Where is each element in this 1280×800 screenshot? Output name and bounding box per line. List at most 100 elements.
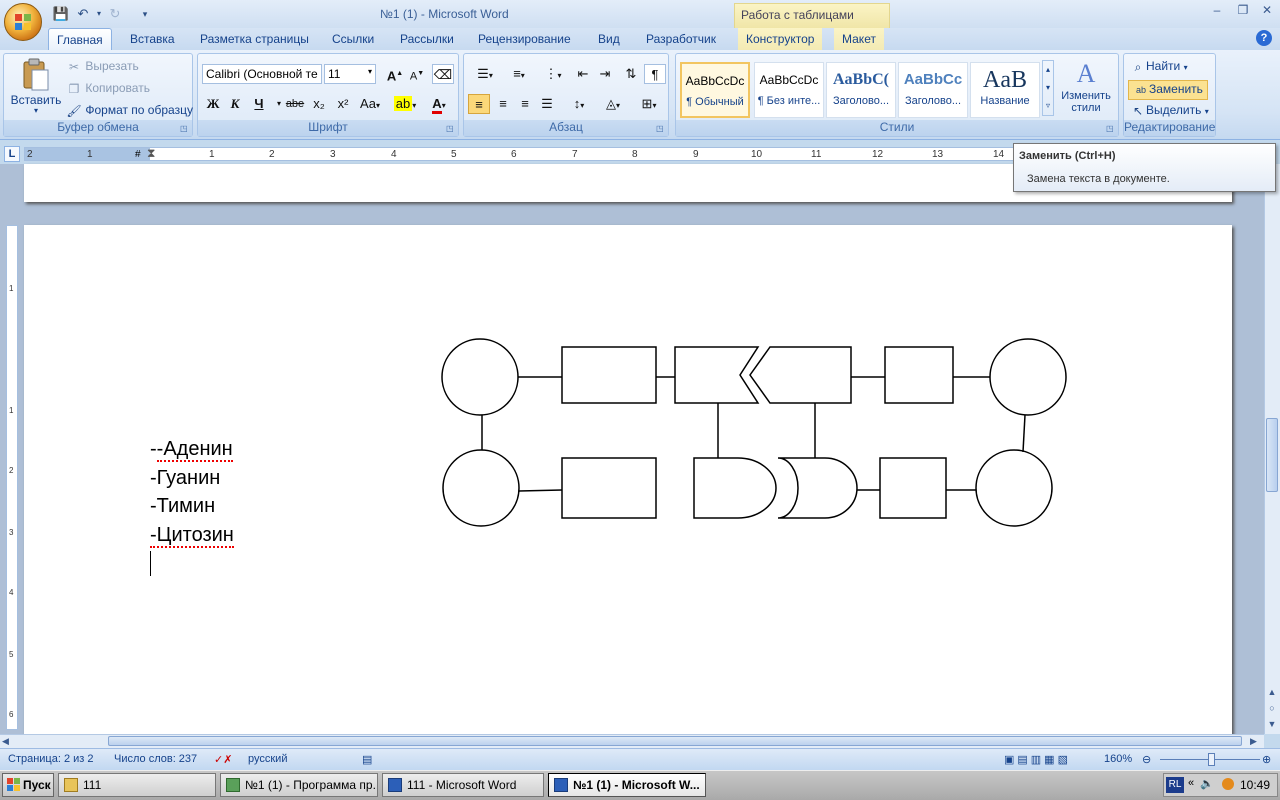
change-styles-button[interactable]: A Изменить стили [1058, 58, 1114, 114]
format-painter-button[interactable]: 🖌 Формат по образцу [66, 103, 193, 119]
document-line[interactable]: -Тимин [150, 494, 215, 518]
speaker-icon[interactable]: 🔈 [1200, 777, 1214, 790]
sort-icon[interactable]: ⇅ [620, 64, 642, 84]
font-color-button[interactable]: A▾ [424, 94, 454, 114]
tab-design[interactable]: Конструктор [738, 28, 823, 50]
underline-button[interactable]: Ч [248, 94, 270, 114]
align-right-icon[interactable]: ≡ [514, 94, 536, 114]
select-browse-object-icon[interactable]: ○ [1266, 702, 1278, 714]
taskbar-item-folder[interactable]: 111 [58, 773, 216, 797]
bold-button[interactable]: Ж [202, 94, 224, 114]
clock[interactable]: 10:49 [1240, 778, 1270, 792]
style-heading-1[interactable]: AaBbC(Заголово... [826, 62, 896, 118]
style-no-spacing[interactable]: AaBbCcDc ¶ Без инте... [754, 62, 824, 118]
zoom-in-icon[interactable]: ⊕ [1262, 753, 1271, 766]
style-heading-2[interactable]: AaBbCc Заголово... [898, 62, 968, 118]
page-count[interactable]: Страница: 2 из 2 [8, 753, 94, 765]
styles-scroll-icon[interactable]: ▴ ▾ ▿ [1042, 60, 1054, 116]
align-center-icon[interactable]: ≡ [492, 94, 514, 114]
paragraph-launcher-icon[interactable]: ◳ [656, 124, 666, 134]
customize-qat-icon[interactable]: ▾ [136, 5, 154, 23]
language-indicator[interactable]: русский [248, 753, 287, 765]
style-title[interactable]: AaB Название [970, 62, 1040, 118]
numbering-icon[interactable]: ≡▾ [504, 64, 534, 84]
copy-button[interactable]: ❐ Копировать [66, 81, 150, 97]
shrink-font-button[interactable]: A▼ [406, 64, 428, 84]
tab-insert[interactable]: Вставка [122, 28, 183, 50]
tab-selector-icon[interactable]: L [4, 146, 20, 162]
tab-layout[interactable]: Макет [834, 28, 884, 50]
horizontal-scroll-thumb[interactable] [108, 736, 1242, 746]
find-button[interactable]: ⌕ Найти ▾ [1130, 59, 1188, 75]
clipboard-launcher-icon[interactable]: ◳ [180, 124, 190, 134]
paste-dropdown-icon[interactable]: ▾ [10, 107, 62, 115]
font-size-dropdown-icon[interactable]: ▾ [368, 67, 372, 76]
document-line[interactable]: -Гуанин [150, 466, 220, 490]
font-name-combo[interactable]: Calibri (Основной те [202, 64, 322, 84]
subscript-button[interactable]: x₂ [308, 94, 330, 114]
increase-indent-icon[interactable]: ⇥ [594, 64, 616, 84]
show-formatting-icon[interactable]: ¶ [644, 64, 666, 84]
shading-icon[interactable]: ◬▾ [598, 94, 628, 114]
tab-page-layout[interactable]: Разметка страницы [192, 28, 317, 50]
scroll-left-icon[interactable]: ◀ [2, 736, 9, 747]
strikethrough-button[interactable]: abe [284, 94, 306, 114]
cut-button[interactable]: ✂ Вырезать [66, 59, 139, 75]
nucleotide-diagram[interactable] [430, 330, 1080, 535]
paste-button[interactable]: Вставить ▾ [10, 58, 62, 115]
justify-icon[interactable]: ☰ [536, 94, 558, 114]
indent-marker-icon[interactable]: ⧗ [147, 147, 155, 159]
scroll-down-icon[interactable]: ▼ [1266, 718, 1278, 730]
start-button[interactable]: Пуск [2, 773, 54, 797]
view-buttons-icon[interactable]: ▣▤▥▦▧ [1004, 753, 1071, 766]
style-normal[interactable]: AaBbCcDc ¶ Обычный [680, 62, 750, 118]
change-case-button[interactable]: Aa▾ [356, 94, 384, 114]
word-count[interactable]: Число слов: 237 [114, 753, 197, 765]
tab-mailings[interactable]: Рассылки [392, 28, 462, 50]
align-left-icon[interactable]: ≡ [468, 94, 490, 114]
language-indicator-tray[interactable]: RL [1166, 777, 1184, 793]
redo-icon[interactable]: ↻ [106, 5, 124, 23]
help-icon[interactable]: ? [1256, 30, 1272, 46]
zoom-slider-thumb[interactable] [1208, 753, 1215, 766]
styles-launcher-icon[interactable]: ◳ [1106, 124, 1116, 134]
decrease-indent-icon[interactable]: ⇤ [572, 64, 594, 84]
taskbar-item-word-111[interactable]: 111 - Microsoft Word [382, 773, 544, 797]
line-spacing-icon[interactable]: ↕▾ [564, 94, 594, 114]
highlight-button[interactable]: ab ▾ [390, 94, 420, 114]
font-launcher-icon[interactable]: ◳ [446, 124, 456, 134]
font-size-combo[interactable]: 11 ▾ [324, 64, 376, 84]
taskbar-item-word-active[interactable]: №1 (1) - Microsoft W... [548, 773, 706, 797]
tab-view[interactable]: Вид [590, 28, 628, 50]
maximize-icon[interactable]: ❐ [1232, 3, 1254, 17]
clear-formatting-icon[interactable]: ⌫ [432, 64, 454, 84]
vertical-ruler[interactable]: 1 1 2 3 4 5 6 [6, 225, 18, 730]
close-icon[interactable]: ✕ [1256, 3, 1278, 17]
document-line[interactable]: -Цитозин [150, 523, 234, 548]
multilevel-list-icon[interactable]: ⋮▾ [538, 64, 568, 84]
tab-developer[interactable]: Разработчик [638, 28, 724, 50]
vertical-scroll-thumb[interactable] [1266, 418, 1278, 492]
superscript-button[interactable]: x² [332, 94, 354, 114]
scroll-up-icon[interactable]: ▲ [1266, 686, 1278, 698]
taskbar-item-program[interactable]: №1 (1) - Программа пр... [220, 773, 378, 797]
scroll-right-icon[interactable]: ▶ [1250, 736, 1257, 747]
tray-expand-icon[interactable]: « [1188, 777, 1194, 789]
borders-icon[interactable]: ⊞▾ [634, 94, 664, 114]
zoom-level[interactable]: 160% [1104, 753, 1132, 765]
grow-font-button[interactable]: A▲ [384, 64, 406, 84]
antivirus-icon[interactable] [1222, 778, 1234, 790]
office-button[interactable] [4, 3, 42, 41]
zoom-out-icon[interactable]: ⊖ [1142, 753, 1151, 766]
bullets-icon[interactable]: ☰▾ [470, 64, 500, 84]
macro-icon[interactable]: ▤ [362, 753, 372, 766]
tab-home[interactable]: Главная [48, 28, 112, 51]
minimize-icon[interactable]: – [1206, 3, 1228, 17]
document-line[interactable]: --Аденин [150, 437, 233, 462]
save-icon[interactable]: 💾 [52, 5, 70, 23]
ruler-tab-icon[interactable]: # [135, 148, 141, 161]
select-button[interactable]: ↖ Выделить ▾ [1130, 103, 1209, 119]
italic-button[interactable]: К [224, 94, 246, 114]
tab-review[interactable]: Рецензирование [470, 28, 579, 50]
replace-button[interactable]: ab Заменить [1128, 80, 1208, 100]
